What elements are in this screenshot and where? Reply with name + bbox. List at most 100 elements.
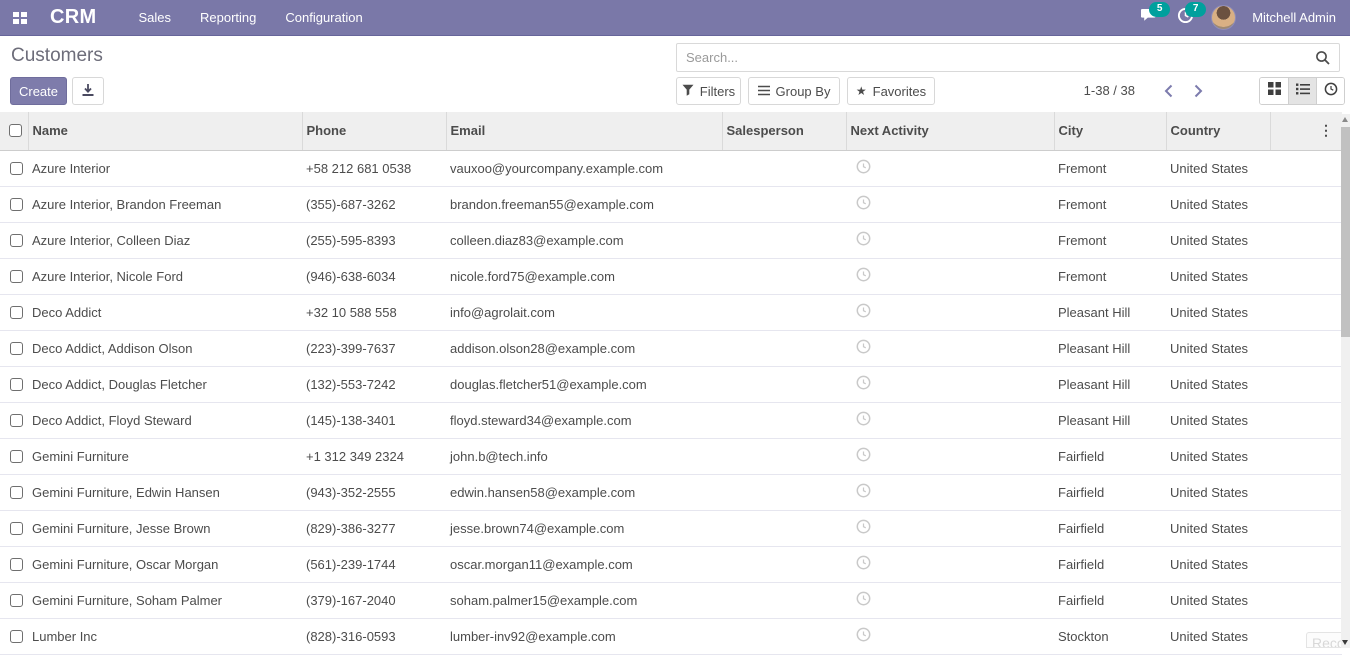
select-all-checkbox[interactable] xyxy=(9,124,22,137)
column-header-salesperson[interactable]: Salesperson xyxy=(722,112,846,150)
clock-outline-icon[interactable] xyxy=(856,519,871,537)
cell-phone: (943)-352-2555 xyxy=(302,474,446,510)
bars-icon xyxy=(758,84,770,99)
clock-outline-icon[interactable] xyxy=(856,303,871,321)
clock-outline-icon[interactable] xyxy=(856,627,871,645)
row-select-cell xyxy=(0,150,28,186)
row-checkbox[interactable] xyxy=(10,342,23,355)
cell-email: colleen.diaz83@example.com xyxy=(446,222,722,258)
export-button[interactable] xyxy=(72,77,104,105)
table-row[interactable]: Lumber Inc (828)-316-0593 lumber-inv92@e… xyxy=(0,618,1342,654)
activity-view-button[interactable] xyxy=(1316,78,1344,104)
row-checkbox[interactable] xyxy=(10,378,23,391)
clock-outline-icon[interactable] xyxy=(856,375,871,393)
row-checkbox[interactable] xyxy=(10,234,23,247)
cell-salesperson xyxy=(722,366,846,402)
kanban-grid-icon xyxy=(1268,82,1281,100)
favorites-button[interactable]: ★ Favorites xyxy=(847,77,935,105)
row-checkbox[interactable] xyxy=(10,594,23,607)
cell-name: Gemini Furniture, Oscar Morgan xyxy=(28,546,302,582)
row-checkbox[interactable] xyxy=(10,486,23,499)
table-row[interactable]: Azure Interior, Nicole Ford (946)-638-60… xyxy=(0,258,1342,294)
table-row[interactable]: Deco Addict, Addison Olson (223)-399-763… xyxy=(0,330,1342,366)
clock-outline-icon[interactable] xyxy=(856,195,871,213)
table-row[interactable]: Gemini Furniture, Jesse Brown (829)-386-… xyxy=(0,510,1342,546)
app-name[interactable]: CRM xyxy=(50,6,96,29)
row-checkbox[interactable] xyxy=(10,162,23,175)
scrollbar-up-arrow[interactable] xyxy=(1342,117,1348,122)
filters-button[interactable]: Filters xyxy=(676,77,741,105)
user-name[interactable]: Mitchell Admin xyxy=(1252,10,1336,25)
scrollbar-down-arrow[interactable] xyxy=(1342,640,1348,645)
menu-item-sales[interactable]: Sales xyxy=(138,10,171,25)
clock-outline-icon[interactable] xyxy=(856,159,871,177)
clock-outline-icon[interactable] xyxy=(856,483,871,501)
table-row[interactable]: Gemini Furniture +1 312 349 2324 john.b@… xyxy=(0,438,1342,474)
cell-country: United States xyxy=(1166,366,1270,402)
clock-outline-icon[interactable] xyxy=(856,231,871,249)
apps-menu-icon[interactable] xyxy=(13,12,27,24)
scrollbar-thumb[interactable] xyxy=(1341,127,1350,337)
row-checkbox[interactable] xyxy=(10,414,23,427)
table-row[interactable]: Deco Addict, Floyd Steward (145)-138-340… xyxy=(0,402,1342,438)
group-by-button[interactable]: Group By xyxy=(748,77,840,105)
menu-item-configuration[interactable]: Configuration xyxy=(285,10,362,25)
cell-name: Gemini Furniture, Edwin Hansen xyxy=(28,474,302,510)
row-checkbox[interactable] xyxy=(10,450,23,463)
table-row[interactable]: Azure Interior, Colleen Diaz (255)-595-8… xyxy=(0,222,1342,258)
cell-extra xyxy=(1270,474,1342,510)
table-row[interactable]: Gemini Furniture, Oscar Morgan (561)-239… xyxy=(0,546,1342,582)
cell-salesperson xyxy=(722,510,846,546)
favorites-label: Favorites xyxy=(873,84,926,99)
table-row[interactable]: Gemini Furniture, Edwin Hansen (943)-352… xyxy=(0,474,1342,510)
row-checkbox[interactable] xyxy=(10,270,23,283)
column-header-city[interactable]: City xyxy=(1054,112,1166,150)
table-row[interactable]: Gemini Furniture, Soham Palmer (379)-167… xyxy=(0,582,1342,618)
column-header-phone[interactable]: Phone xyxy=(302,112,446,150)
pager-previous-button[interactable] xyxy=(1156,77,1180,105)
cell-phone: (828)-316-0593 xyxy=(302,618,446,654)
cell-next-activity xyxy=(846,294,1054,330)
activities-button[interactable]: 7 xyxy=(1175,9,1195,27)
clock-outline-icon[interactable] xyxy=(856,591,871,609)
row-checkbox[interactable] xyxy=(10,522,23,535)
row-checkbox[interactable] xyxy=(10,198,23,211)
user-avatar[interactable] xyxy=(1211,5,1236,30)
pager-next-button[interactable] xyxy=(1186,77,1210,105)
row-checkbox[interactable] xyxy=(10,306,23,319)
kanban-view-button[interactable] xyxy=(1260,78,1288,104)
clock-outline-icon[interactable] xyxy=(856,447,871,465)
table-row[interactable]: Azure Interior +58 212 681 0538 vauxoo@y… xyxy=(0,150,1342,186)
clock-outline-icon[interactable] xyxy=(856,267,871,285)
column-header-next-activity[interactable]: Next Activity xyxy=(846,112,1054,150)
activities-badge: 7 xyxy=(1185,2,1206,17)
cell-email: lumber-inv92@example.com xyxy=(446,618,722,654)
cell-city: Fairfield xyxy=(1054,474,1166,510)
cell-phone: (145)-138-3401 xyxy=(302,402,446,438)
vertical-dots-icon[interactable]: ⋮ xyxy=(1319,122,1333,138)
column-header-country[interactable]: Country xyxy=(1166,112,1270,150)
messages-badge: 5 xyxy=(1149,2,1170,17)
table-row[interactable]: Azure Interior, Brandon Freeman (355)-68… xyxy=(0,186,1342,222)
create-button[interactable]: Create xyxy=(10,77,67,105)
messages-button[interactable]: 5 xyxy=(1139,9,1159,27)
cell-country: United States xyxy=(1166,510,1270,546)
clock-outline-icon[interactable] xyxy=(856,339,871,357)
clock-outline-icon[interactable] xyxy=(856,411,871,429)
row-checkbox[interactable] xyxy=(10,558,23,571)
cell-country: United States xyxy=(1166,186,1270,222)
list-view-button[interactable] xyxy=(1288,78,1316,104)
cell-extra xyxy=(1270,330,1342,366)
pager-value[interactable]: 1-38 / 38 xyxy=(1053,77,1135,105)
column-header-email[interactable]: Email xyxy=(446,112,722,150)
clock-outline-icon[interactable] xyxy=(856,555,871,573)
table-row[interactable]: Deco Addict +32 10 588 558 info@agrolait… xyxy=(0,294,1342,330)
menu-item-reporting[interactable]: Reporting xyxy=(200,10,256,25)
table-row[interactable]: Deco Addict, Douglas Fletcher (132)-553-… xyxy=(0,366,1342,402)
search-input[interactable] xyxy=(677,50,1315,65)
column-header-name[interactable]: Name xyxy=(28,112,302,150)
row-checkbox[interactable] xyxy=(10,630,23,643)
cell-country: United States xyxy=(1166,546,1270,582)
cell-salesperson xyxy=(722,330,846,366)
magnifier-icon[interactable] xyxy=(1315,50,1331,66)
